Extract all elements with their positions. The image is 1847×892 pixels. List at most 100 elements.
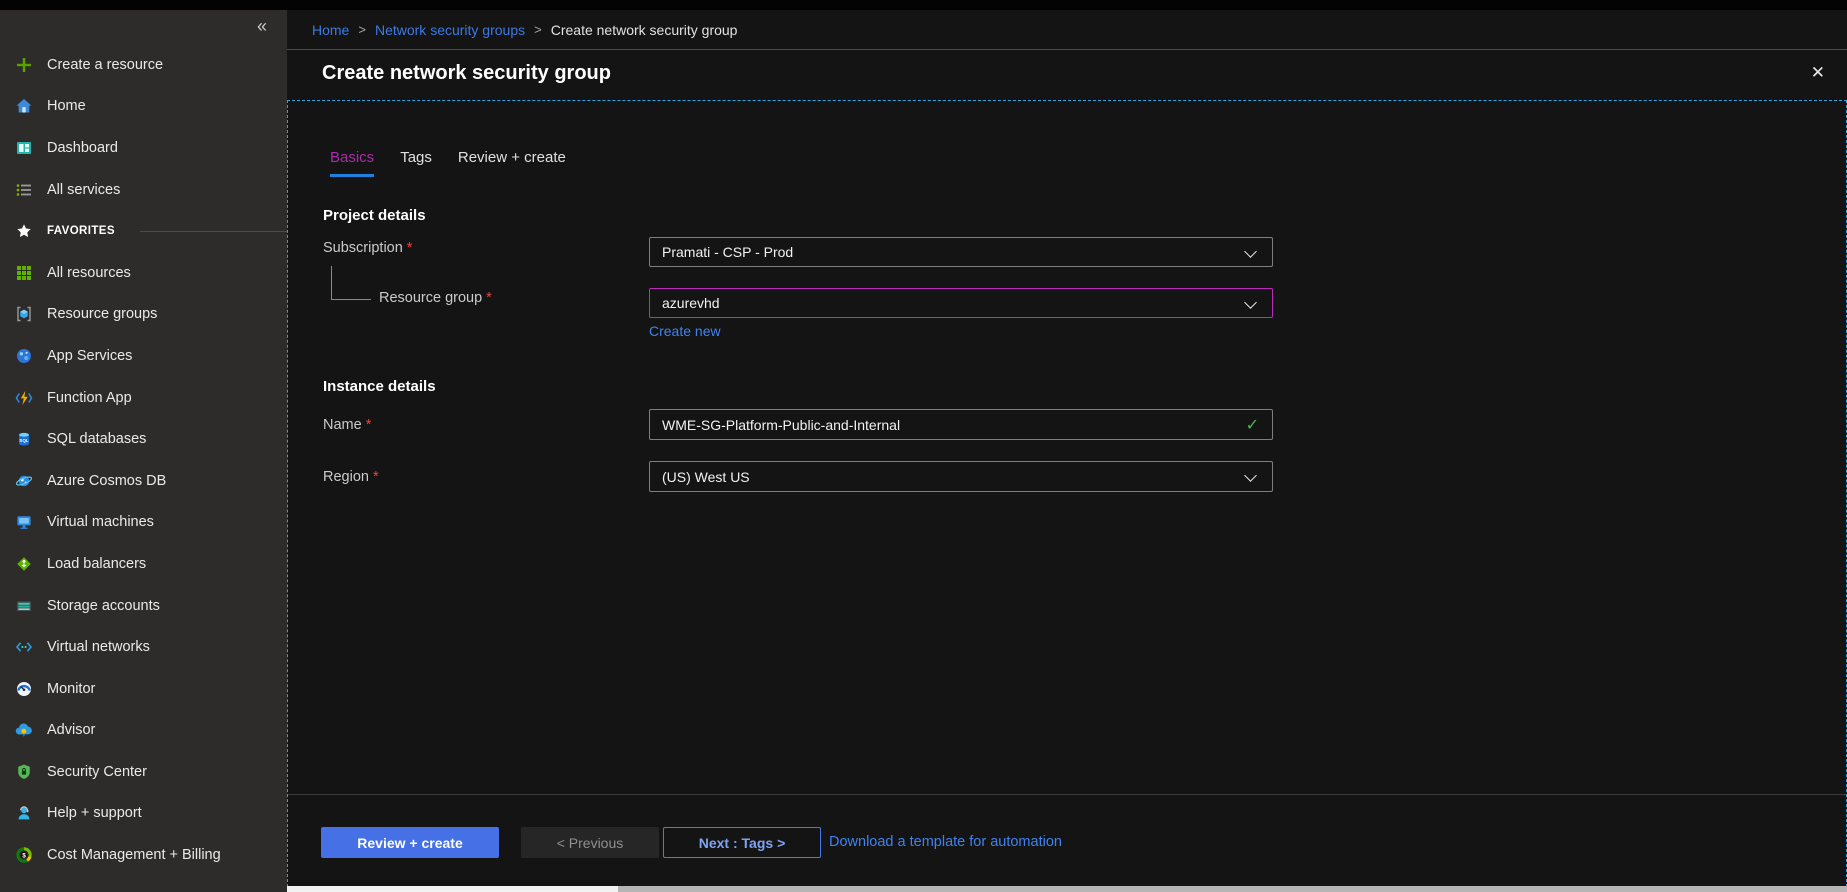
region-dropdown[interactable]: (US) West US: [649, 461, 1273, 492]
tab-review-create[interactable]: Review + create: [458, 149, 566, 177]
horizontal-scrollbar[interactable]: [287, 886, 1847, 892]
advisor-icon: [14, 720, 34, 740]
sidebar-item-label: App Services: [47, 348, 132, 364]
monitor-icon: [14, 679, 34, 699]
sidebar-item-label: Storage accounts: [47, 598, 160, 614]
sidebar-nav: Create a resource Home Dashboard All ser…: [0, 44, 287, 876]
sidebar-item-azure-cosmos-db[interactable]: Azure Cosmos DB: [0, 460, 287, 502]
sidebar-item-label: Virtual networks: [47, 639, 150, 655]
plus-icon: [14, 55, 34, 75]
favorites-divider: [140, 231, 287, 232]
svg-text:SQL: SQL: [19, 438, 29, 443]
resource-group-label-text: Resource group: [379, 290, 482, 306]
name-value: WME-SG-Platform-Public-and-Internal: [662, 417, 900, 433]
required-marker: *: [373, 469, 379, 485]
sidebar-item-cost-management-billing[interactable]: $ Cost Management + Billing: [0, 834, 287, 876]
required-marker: *: [486, 290, 492, 306]
subscription-dropdown[interactable]: Pramati - CSP - Prod: [649, 237, 1273, 267]
sidebar-item-label: Dashboard: [47, 140, 118, 156]
all-services-icon: [14, 180, 34, 200]
next-tags-button[interactable]: Next : Tags >: [663, 827, 821, 858]
subscription-value: Pramati - CSP - Prod: [662, 244, 793, 260]
sidebar-item-function-app[interactable]: Function App: [0, 377, 287, 419]
region-label: Region*: [323, 469, 379, 485]
sidebar-item-label: Virtual machines: [47, 514, 154, 530]
review-create-button[interactable]: Review + create: [321, 827, 499, 858]
app-services-icon: [14, 346, 34, 366]
home-icon: [14, 96, 34, 116]
breadcrumb-link-home[interactable]: Home: [312, 22, 349, 38]
sql-databases-icon: SQL: [14, 429, 34, 449]
required-marker: *: [366, 417, 372, 433]
valid-check-icon: ✓: [1246, 415, 1259, 435]
breadcrumb-link-network-security-groups[interactable]: Network security groups: [375, 22, 525, 38]
sidebar-item-label: Security Center: [47, 764, 147, 780]
region-label-text: Region: [323, 469, 369, 485]
main-area: Home > Network security groups > Create …: [287, 10, 1847, 892]
page-title: Create network security group: [322, 62, 611, 85]
resource-groups-icon: [14, 304, 34, 324]
resource-group-dropdown[interactable]: azurevhd: [649, 288, 1273, 318]
create-nsg-panel: Basics Tags Review + create Project deta…: [287, 100, 1847, 892]
sidebar-item-create-a-resource[interactable]: Create a resource: [0, 44, 287, 86]
sidebar-item-sql-databases[interactable]: SQL SQL databases: [0, 418, 287, 460]
sidebar-item-advisor[interactable]: Advisor: [0, 710, 287, 752]
tab-tags[interactable]: Tags: [400, 149, 432, 177]
resource-group-label: Resource group*: [379, 290, 492, 306]
sidebar-item-monitor[interactable]: Monitor: [0, 668, 287, 710]
sidebar-item-label: SQL databases: [47, 431, 146, 447]
sidebar-item-security-center[interactable]: Security Center: [0, 751, 287, 793]
chevron-down-icon: [1244, 296, 1257, 309]
sidebar-item-help-support[interactable]: Help + support: [0, 793, 287, 835]
sidebar-item-app-services[interactable]: App Services: [0, 335, 287, 377]
subscription-label-text: Subscription: [323, 240, 403, 256]
sidebar-item-storage-accounts[interactable]: Storage accounts: [0, 585, 287, 627]
security-center-icon: [14, 762, 34, 782]
sidebar-item-label: Cost Management + Billing: [47, 847, 221, 863]
breadcrumb-separator-icon: >: [358, 22, 366, 37]
sidebar-item-label: Monitor: [47, 681, 95, 697]
chevron-down-icon: [1244, 469, 1257, 482]
create-new-link[interactable]: Create new: [649, 323, 721, 339]
sidebar-favorites-section: FAVORITES: [0, 210, 287, 252]
help-support-icon: [14, 803, 34, 823]
sidebar-item-label: Load balancers: [47, 556, 146, 572]
resource-group-connector-line: [331, 266, 332, 299]
svg-text:$: $: [22, 852, 26, 859]
sidebar-item-all-resources[interactable]: All resources: [0, 252, 287, 294]
horizontal-scrollbar-thumb[interactable]: [287, 886, 618, 892]
tab-basics[interactable]: Basics: [330, 149, 374, 177]
breadcrumb: Home > Network security groups > Create …: [287, 10, 1847, 50]
name-label-text: Name: [323, 417, 362, 433]
resource-group-connector-line: [331, 299, 371, 300]
resource-group-value: azurevhd: [662, 295, 720, 311]
all-resources-icon: [14, 263, 34, 283]
previous-button[interactable]: < Previous: [521, 827, 659, 858]
sidebar-item-label: All resources: [47, 265, 131, 281]
dashboard-icon: [14, 138, 34, 158]
sidebar-collapse-icon[interactable]: «: [257, 16, 267, 37]
download-template-link[interactable]: Download a template for automation: [829, 834, 1062, 850]
sidebar-item-label: Function App: [47, 390, 132, 406]
sidebar-item-all-services[interactable]: All services: [0, 169, 287, 211]
name-input[interactable]: WME-SG-Platform-Public-and-Internal ✓: [649, 409, 1273, 440]
sidebar-item-home[interactable]: Home: [0, 86, 287, 128]
cost-management-icon: $: [14, 845, 34, 865]
sidebar-item-label: Resource groups: [47, 306, 157, 322]
sidebar-item-virtual-machines[interactable]: Virtual machines: [0, 502, 287, 544]
breadcrumb-current: Create network security group: [551, 22, 738, 38]
sidebar-item-virtual-networks[interactable]: Virtual networks: [0, 626, 287, 668]
sidebar-item-label: Home: [47, 98, 86, 114]
sidebar-item-resource-groups[interactable]: Resource groups: [0, 294, 287, 336]
sidebar-item-label: Azure Cosmos DB: [47, 473, 166, 489]
required-marker: *: [407, 240, 413, 256]
close-icon[interactable]: ✕: [1811, 63, 1825, 83]
sidebar-item-dashboard[interactable]: Dashboard: [0, 127, 287, 169]
sidebar-item-load-balancers[interactable]: Load balancers: [0, 543, 287, 585]
storage-accounts-icon: [14, 596, 34, 616]
tab-bar: Basics Tags Review + create: [330, 149, 566, 177]
subscription-label: Subscription*: [323, 240, 412, 256]
project-details-heading: Project details: [323, 207, 426, 224]
function-app-icon: [14, 388, 34, 408]
cosmos-db-icon: [14, 471, 34, 491]
